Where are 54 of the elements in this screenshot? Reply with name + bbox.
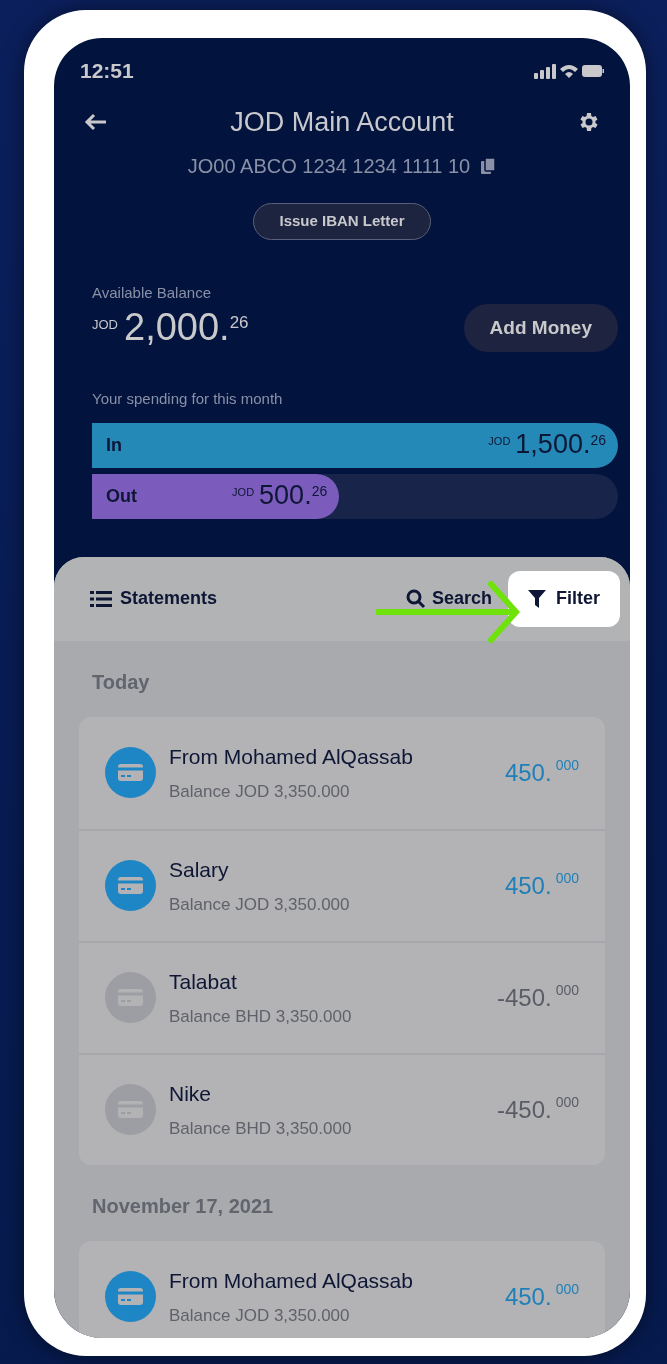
add-money-button[interactable]: Add Money xyxy=(463,304,618,352)
transaction-amount: -450. xyxy=(496,1094,552,1125)
date-heading: Today xyxy=(91,669,151,695)
transaction-title: Talabat xyxy=(169,969,238,995)
balance-fraction: 26 xyxy=(229,312,249,333)
amount-fraction: 000 xyxy=(555,1279,579,1299)
card-icon xyxy=(105,860,156,911)
transaction-amount: 450. xyxy=(504,757,552,788)
bar-label: Out xyxy=(106,484,137,508)
date-heading: November 17, 2021 xyxy=(91,1193,275,1219)
currency-label: JOD xyxy=(92,316,118,335)
wifi-icon xyxy=(560,64,578,78)
bar-amount: 500. xyxy=(259,481,312,511)
issue-iban-letter-button[interactable]: Issue IBAN Letter xyxy=(253,202,431,240)
search-tab[interactable]: Search xyxy=(405,585,492,612)
transaction-title: From Mohamed AlQassab xyxy=(169,1268,414,1294)
search-icon xyxy=(405,588,426,609)
bar-amount: 1,500. xyxy=(515,430,591,460)
status-time: 12:51 xyxy=(80,58,134,85)
amount-fraction: 000 xyxy=(555,868,579,888)
transaction-amount: 450. xyxy=(504,870,552,901)
transaction-balance: Balance JOD 3,350.000 xyxy=(169,1304,351,1327)
list-icon xyxy=(90,589,112,608)
available-balance-label: Available Balance xyxy=(92,282,212,303)
statements-tab[interactable]: Statements xyxy=(90,585,218,612)
iban-number: JO00 ABCO 1234 1234 1111 10 xyxy=(187,153,471,179)
amount-fraction: 000 xyxy=(555,1092,579,1112)
currency-label: JOD xyxy=(232,485,255,501)
transaction-amount: 450. xyxy=(504,1281,552,1312)
bar-fraction: 26 xyxy=(311,482,328,500)
transaction-balance: Balance BHD 3,350.000 xyxy=(169,1117,353,1140)
amount-fraction: 000 xyxy=(555,980,579,1000)
back-arrow-icon[interactable] xyxy=(84,113,108,132)
account-title: JOD Main Account xyxy=(230,106,454,139)
filter-button[interactable]: Filter xyxy=(508,570,620,627)
battery-icon xyxy=(582,65,604,77)
balance-amount: 2,000. xyxy=(124,307,230,349)
filter-icon xyxy=(528,588,546,609)
transaction-title: Nike xyxy=(169,1081,212,1107)
transaction-balance: Balance JOD 3,350.000 xyxy=(169,780,351,803)
transaction-balance: Balance JOD 3,350.000 xyxy=(169,893,351,916)
amount-fraction: 000 xyxy=(555,755,579,775)
transaction-balance: Balance BHD 3,350.000 xyxy=(169,1005,353,1028)
signal-icon xyxy=(534,63,556,79)
currency-label: JOD xyxy=(488,434,511,450)
transaction-amount: -450. xyxy=(496,982,552,1013)
copy-icon[interactable] xyxy=(480,156,497,175)
bar-fraction: 26 xyxy=(590,431,606,451)
bar-label: In xyxy=(106,433,122,457)
transaction-title: Salary xyxy=(169,857,230,883)
transaction-title: From Mohamed AlQassab xyxy=(169,744,414,770)
card-icon xyxy=(105,1271,156,1322)
spending-label: Your spending for this month xyxy=(92,389,284,409)
card-icon xyxy=(105,747,156,798)
